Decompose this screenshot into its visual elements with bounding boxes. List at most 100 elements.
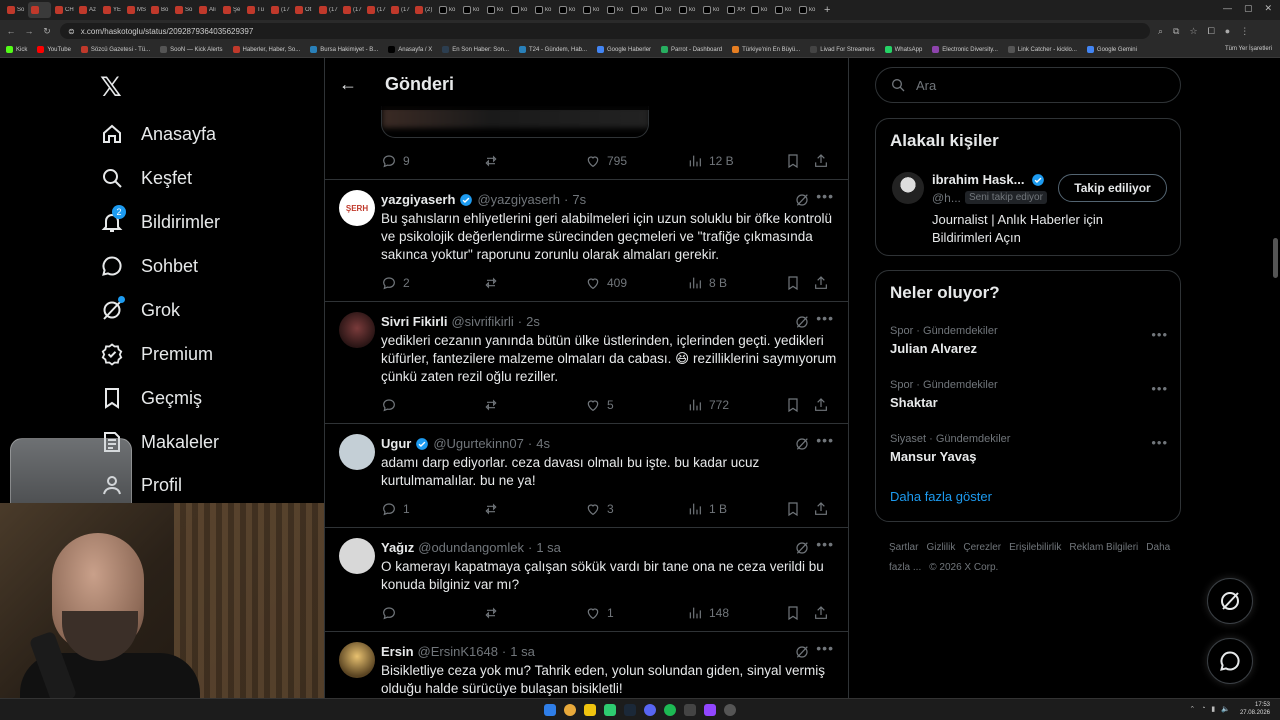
grok-fab-button[interactable] <box>1207 578 1253 624</box>
bookmark-item[interactable]: Google Gemini <box>1086 46 1137 53</box>
like-button[interactable]: 5 <box>585 397 687 413</box>
maximize-icon[interactable]: ▢ <box>1244 3 1253 14</box>
system-tray[interactable]: ⌃ ◔ ▮ 🔈 <box>1189 705 1230 713</box>
browser-tab[interactable]: Ot <box>292 2 315 18</box>
related-name[interactable]: ibrahim Hask... <box>932 172 1024 187</box>
bookmark-button[interactable] <box>785 275 813 291</box>
author-name[interactable]: yazgiyaserh <box>381 192 455 207</box>
following-button[interactable]: Takip ediliyor <box>1058 174 1167 202</box>
views-button[interactable]: 148 <box>687 605 785 621</box>
grok-icon[interactable] <box>794 540 810 556</box>
repost-button[interactable] <box>483 397 585 413</box>
views-button[interactable]: 12 B <box>687 153 785 169</box>
browser-tab[interactable]: ko <box>580 2 603 18</box>
post-time[interactable]: 2s <box>526 314 540 329</box>
nav-item-search[interactable]: Keşfet <box>100 163 192 193</box>
post-time[interactable]: 4s <box>536 436 550 451</box>
bookmark-item[interactable]: Bursa Hakimiyet - B... <box>310 46 378 53</box>
clock[interactable]: 17:53 27.08.2026 <box>1240 701 1270 717</box>
reply-post[interactable]: Ugur @Ugurtekinn07 · 4s ••• adamı darp e… <box>325 423 848 527</box>
more-options-icon[interactable]: ••• <box>816 188 834 204</box>
media-preview[interactable] <box>381 106 649 138</box>
folder-icon[interactable] <box>584 703 596 716</box>
views-button[interactable]: 772 <box>687 397 785 413</box>
bookmark-item[interactable]: T24 - Gündem, Hab... <box>518 46 587 53</box>
discord-icon[interactable] <box>644 703 656 716</box>
views-button[interactable]: 8 B <box>687 275 785 291</box>
like-button[interactable]: 409 <box>585 275 687 291</box>
browser-tab[interactable]: Bo <box>148 2 171 18</box>
browser-tab[interactable]: Az <box>76 2 99 18</box>
nav-item-premium[interactable]: Premium <box>100 339 213 369</box>
x-logo-icon[interactable]: 𝕏 <box>100 72 122 103</box>
trend-item[interactable]: Siyaset · Gündemdekiler Mansur Yavaş ••• <box>890 433 1168 464</box>
app-icon[interactable] <box>684 703 696 716</box>
bookmark-button[interactable] <box>785 153 813 169</box>
author-name[interactable]: Ersin <box>381 644 414 659</box>
author-name[interactable]: Ugur <box>381 436 411 451</box>
steam-icon[interactable] <box>624 703 636 716</box>
bookmark-item[interactable]: En Son Haber: Son... <box>442 46 509 53</box>
grok-icon[interactable] <box>794 192 810 208</box>
profile-icon[interactable]: ● <box>1225 26 1230 37</box>
browser-tab[interactable]: ko <box>748 2 771 18</box>
footer-link[interactable]: Gizlilik <box>926 542 955 553</box>
more-options-icon[interactable]: ••• <box>1151 381 1168 396</box>
post-time[interactable]: 1 sa <box>510 644 535 659</box>
bookmark-item[interactable]: Haberler, Haber, So... <box>232 46 300 53</box>
share-button[interactable] <box>813 397 831 413</box>
bookmark-button[interactable] <box>785 397 813 413</box>
star-icon[interactable]: ☆ <box>1189 26 1197 37</box>
bookmark-item[interactable]: Parrot - Dashboard <box>661 46 722 53</box>
reload-icon[interactable]: ↻ <box>42 26 52 37</box>
avatar[interactable] <box>339 434 375 470</box>
bookmark-item[interactable]: Google Haberler <box>597 46 651 53</box>
browser-tab[interactable]: MS <box>124 2 147 18</box>
browser-tab[interactable]: XR <box>724 2 747 18</box>
bookmark-item[interactable]: Electronic Diversity... <box>932 46 998 53</box>
browser-tab[interactable]: ko <box>604 2 627 18</box>
author-name[interactable]: Sivri Fikirli <box>381 314 447 329</box>
more-options-icon[interactable]: ••• <box>816 536 834 552</box>
grok-icon[interactable] <box>794 644 810 660</box>
window-controls[interactable]: — ▢ ✕ <box>1223 3 1272 14</box>
browser-tab[interactable]: YE <box>100 2 123 18</box>
browser-tab[interactable]: (2) <box>412 2 435 18</box>
bookmark-item[interactable]: WhatsApp <box>884 46 922 53</box>
like-button[interactable]: 795 <box>585 153 687 169</box>
browser-tab[interactable]: ko <box>556 2 579 18</box>
start-icon[interactable] <box>544 703 556 716</box>
edge-icon[interactable] <box>604 703 616 716</box>
bookmark-item[interactable]: SooN — Kick Alerts <box>160 46 223 53</box>
avatar[interactable]: ŞERH <box>339 190 375 226</box>
avatar[interactable] <box>339 538 375 574</box>
bookmark-item[interactable]: Livad For Streamers <box>810 46 875 53</box>
share-button[interactable] <box>813 501 831 517</box>
browser-tab[interactable]: ko <box>772 2 795 18</box>
reply-button[interactable] <box>381 397 483 413</box>
author-handle[interactable]: @sivrifikirli <box>451 314 513 329</box>
menu-icon[interactable]: ⋮ <box>1240 26 1249 37</box>
repost-button[interactable] <box>483 153 585 169</box>
trend-item[interactable]: Spor · Gündemdekiler Julian Alvarez ••• <box>890 325 1168 356</box>
back-icon[interactable]: ← <box>6 26 16 36</box>
bookmark-item[interactable]: Türkiye'nin En Büyü... <box>732 46 800 53</box>
reply-post[interactable]: Ersin @ErsinK1648 · 1 sa ••• Bisikletliy… <box>325 631 848 698</box>
share-button[interactable] <box>813 153 831 169</box>
browser-tab[interactable]: (17 <box>388 2 411 18</box>
post-time[interactable]: 1 sa <box>536 540 561 555</box>
forward-icon[interactable]: → <box>24 26 34 36</box>
more-options-icon[interactable]: ••• <box>1151 435 1168 450</box>
nav-item-bookmark[interactable]: Geçmiş <box>100 383 202 413</box>
browser-tab[interactable]: ko <box>484 2 507 18</box>
browser-tab[interactable]: Şe <box>220 2 243 18</box>
browser-tab[interactable]: (17 <box>340 2 363 18</box>
browser-tab[interactable]: ko <box>532 2 555 18</box>
share-button[interactable] <box>813 275 831 291</box>
browser-tab[interactable]: ko <box>460 2 483 18</box>
zoom-icon[interactable]: ⌕ <box>1158 26 1163 37</box>
bookmark-button[interactable] <box>785 605 813 621</box>
author-name[interactable]: Yağız <box>381 540 414 555</box>
related-avatar[interactable] <box>892 172 924 204</box>
footer-link[interactable]: Şartlar <box>889 542 918 553</box>
